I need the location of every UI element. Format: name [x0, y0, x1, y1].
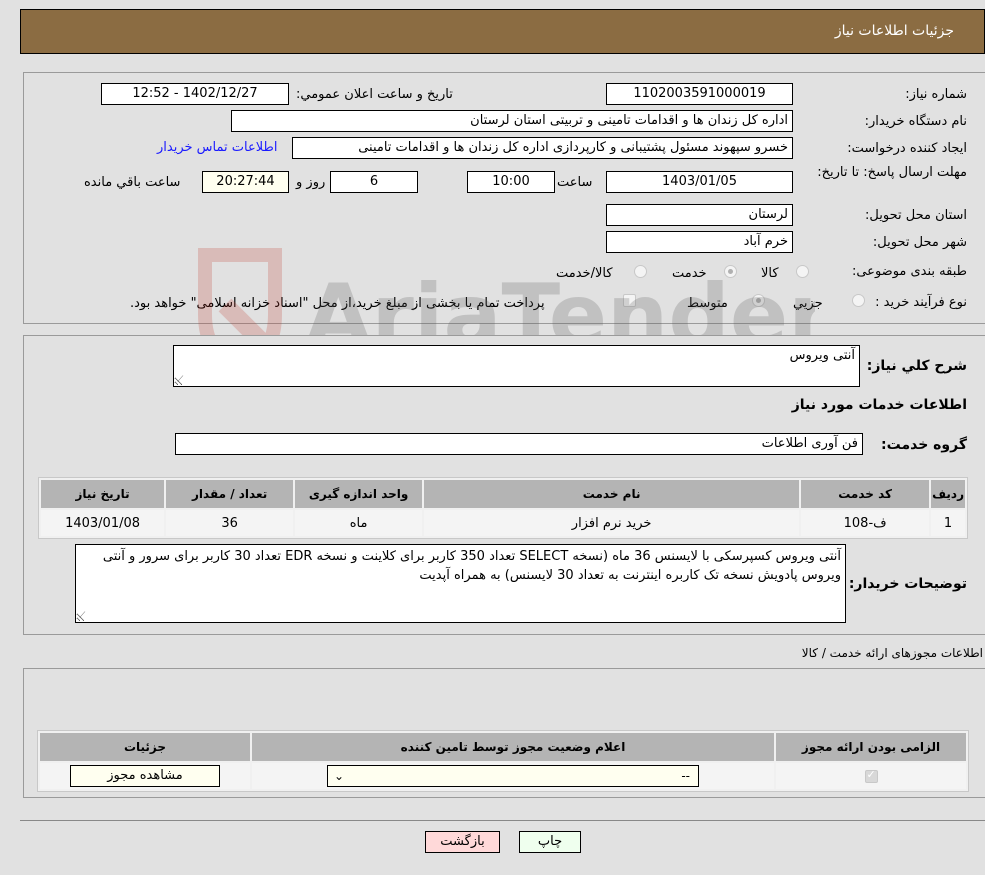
buyer-org-field: اداره کل زندان ها و اقدامات تامینی و ترب… [231, 110, 793, 132]
footer-divider [20, 820, 985, 821]
province-field: لرستان [606, 204, 793, 226]
announce-datetime-field: 1402/12/27 - 12:52 [101, 83, 289, 105]
category-label: طبقه بندی موضوعی: [851, 264, 967, 279]
remaining-time-label: ساعت باقي مانده [84, 175, 181, 190]
col-need-date: تاریخ نیاز [41, 480, 165, 508]
page-title: جزئیات اطلاعات نیاز [834, 23, 954, 39]
cell-need-date: 1403/01/08 [41, 510, 165, 536]
col-quantity: تعداد / مقدار [166, 480, 294, 508]
col-row-number: ردیف [931, 480, 965, 508]
process-type-label: نوع فرآیند خرید : [875, 295, 967, 310]
buyer-notes-textarea[interactable]: آنتی ویروس کسپرسکی با لایسنس 36 ماه (نسخ… [75, 544, 846, 623]
creator-field: خسرو سپهوند مسئول پشتیبانی و کارپردازی ا… [292, 137, 793, 159]
cell-row-number: 1 [931, 510, 965, 536]
category-radio-goods-service[interactable] [634, 265, 647, 278]
creator-label: ایجاد کننده درخواست: [847, 141, 967, 156]
back-button[interactable]: بازگشت [425, 831, 500, 853]
deadline-date-field: 1403/01/05 [606, 171, 793, 193]
remaining-time-field: 20:27:44 [202, 171, 289, 193]
buyer-notes-text: آنتی ویروس کسپرسکی با لایسنس 36 ماه (نسخ… [102, 549, 841, 583]
category-option-service: خدمت [672, 266, 707, 281]
print-button[interactable]: چاپ [519, 831, 581, 853]
category-option-goods-service: کالا/خدمت [556, 266, 613, 281]
service-group-label: گروه خدمت: [881, 437, 967, 453]
category-option-goods: کالا [761, 266, 779, 281]
general-description-label: شرح كلي نياز: [866, 358, 967, 374]
permit-status-select[interactable]: -- ⌄ [327, 765, 699, 787]
days-label: روز و [296, 175, 326, 190]
process-option-medium: متوسط [687, 296, 728, 311]
services-table: ردیف کد خدمت نام خدمت واحد اندازه گیری ت… [38, 477, 968, 539]
deadline-time-label: ساعت [557, 175, 593, 190]
cell-service-code: ف-108 [801, 510, 930, 536]
permits-table: الزامی بودن ارائه مجوز اعلام وضعیت مجوز … [37, 730, 969, 792]
col-service-code: کد خدمت [801, 480, 930, 508]
buyer-notes-label: توضیحات خریدار: [848, 576, 967, 592]
table-row: ✓ -- ⌄ مشاهده مجوز [40, 763, 966, 789]
cell-unit: ماه [295, 510, 423, 536]
category-radio-service[interactable] [724, 265, 737, 278]
treasury-note: پرداخت تمام یا بخشی از مبلغ خرید،از محل … [130, 296, 545, 311]
view-permit-button[interactable]: مشاهده مجوز [70, 765, 220, 787]
buyer-contact-link[interactable]: اطلاعات تماس خریدار [157, 140, 277, 155]
page-header: جزئیات اطلاعات نیاز [20, 9, 985, 54]
buyer-org-label: نام دستگاه خریدار: [864, 114, 967, 129]
col-unit: واحد اندازه گیری [295, 480, 423, 508]
services-heading: اطلاعات خدمات مورد نیاز [791, 397, 967, 413]
chevron-down-icon: ⌄ [334, 769, 345, 783]
need-number-label: شماره نیاز: [905, 87, 967, 102]
cell-permit-status: -- ⌄ [252, 763, 774, 789]
col-permit-status: اعلام وضعیت مجوز توسط تامین کننده [252, 733, 774, 761]
cell-quantity: 36 [166, 510, 294, 536]
announce-datetime-label: تاریخ و ساعت اعلان عمومي: [296, 87, 453, 102]
permit-status-selected: -- [681, 769, 690, 783]
permit-required-checkbox[interactable]: ✓ [864, 767, 878, 783]
category-radio-goods[interactable] [796, 265, 809, 278]
treasury-checkbox[interactable] [623, 294, 636, 307]
service-group-field: فن آوری اطلاعات [175, 433, 863, 455]
general-description-textarea[interactable]: آنتی ویروس ⟋ [173, 345, 860, 387]
checkmark-icon: ✓ [866, 767, 876, 781]
deadline-time-field: 10:00 [467, 171, 555, 193]
col-service-name: نام خدمت [424, 480, 800, 508]
process-radio-minor[interactable] [852, 294, 865, 307]
resize-grip-icon[interactable]: ⟋ [177, 376, 185, 385]
general-description-text: آنتی ویروس [789, 348, 855, 363]
cell-permit-details: مشاهده مجوز [40, 763, 250, 789]
city-label: شهر محل تحویل: [872, 235, 967, 250]
cell-service-name: خرید نرم افزار [424, 510, 800, 536]
col-permit-details: جزئیات [40, 733, 250, 761]
need-number-field: 1102003591000019 [606, 83, 793, 105]
days-remaining-field: 6 [330, 171, 418, 193]
process-option-minor: جزيي [793, 296, 823, 311]
permits-table-header: الزامی بودن ارائه مجوز اعلام وضعیت مجوز … [40, 733, 966, 761]
deadline-label: مهلت ارسال پاسخ: تا تاریخ: [817, 165, 967, 180]
permits-title: اطلاعات مجوزهای ارائه خدمت / کالا [801, 646, 983, 660]
col-permit-required: الزامی بودن ارائه مجوز [776, 733, 966, 761]
resize-grip-icon[interactable]: ⟋ [79, 612, 87, 621]
table-row: 1 ف-108 خرید نرم افزار ماه 36 1403/01/08 [41, 510, 965, 536]
services-table-header: ردیف کد خدمت نام خدمت واحد اندازه گیری ت… [41, 480, 965, 508]
city-field: خرم آباد [606, 231, 793, 253]
process-radio-medium[interactable] [752, 294, 765, 307]
province-label: استان محل تحویل: [865, 208, 967, 223]
cell-permit-required: ✓ [776, 763, 966, 789]
